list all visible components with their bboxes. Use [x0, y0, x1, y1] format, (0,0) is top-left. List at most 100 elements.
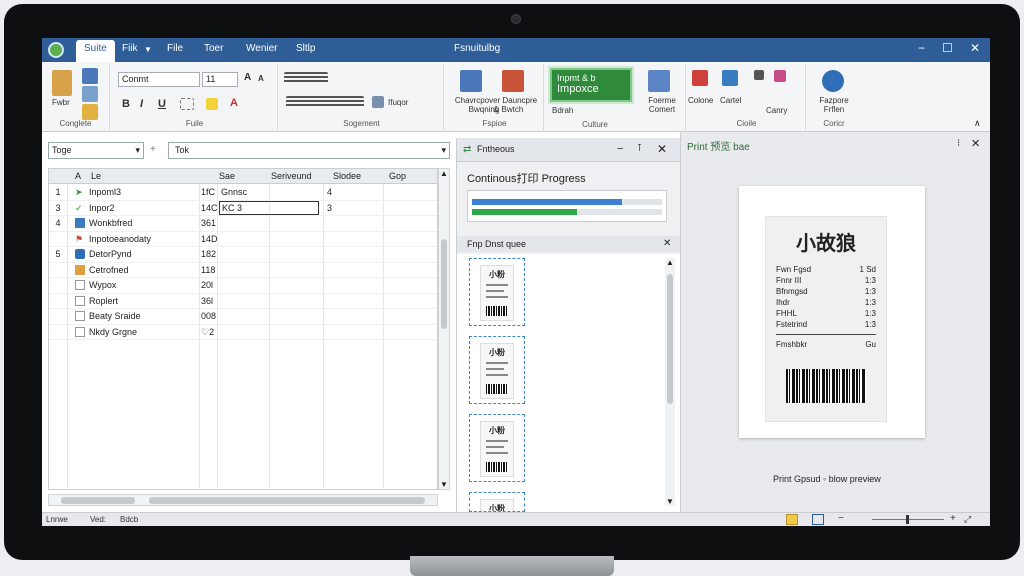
chevron-down-icon[interactable]: ▾: [135, 145, 140, 156]
minimize-pane-icon[interactable]: −: [617, 143, 623, 155]
name-box[interactable]: Toge ▾: [48, 142, 144, 159]
collapse-ribbon-icon[interactable]: ∧: [974, 118, 981, 129]
grow-font-icon[interactable]: A: [244, 72, 251, 83]
zoom-out-button[interactable]: −: [838, 513, 844, 524]
formula-input[interactable]: Tok ▾: [168, 142, 450, 159]
tab-suite[interactable]: Suite: [76, 40, 115, 62]
color-icon[interactable]: [692, 70, 708, 86]
table-row[interactable]: 1 ➤ Inpoml3 1fC Gnnsc 4: [49, 185, 437, 201]
sort-icon[interactable]: [754, 70, 764, 80]
normal-view-icon[interactable]: [786, 514, 798, 525]
checkbox-icon[interactable]: [75, 280, 85, 290]
comment-label[interactable]: Comert: [640, 105, 684, 114]
col-header-slodee[interactable]: Slodee: [333, 171, 361, 181]
fill-color-icon[interactable]: [206, 98, 218, 110]
tab-file[interactable]: File: [167, 43, 183, 54]
table-row[interactable]: Wypox 20l: [49, 278, 437, 294]
copy-icon[interactable]: [82, 86, 98, 102]
cut-icon[interactable]: [82, 68, 98, 84]
col-header-seriveund[interactable]: Seriveund: [271, 171, 312, 181]
page-layout-icon[interactable]: [812, 514, 824, 525]
scroll-down-icon[interactable]: ▼: [440, 480, 448, 489]
col-header-sae[interactable]: Sae: [219, 171, 235, 181]
close-queue-icon[interactable]: ✕: [663, 238, 671, 249]
format-painter-icon[interactable]: [82, 104, 98, 120]
horizontal-scrollbar[interactable]: [48, 494, 438, 506]
scroll-thumb[interactable]: [61, 497, 135, 504]
font-name-select[interactable]: Conmt: [118, 72, 200, 87]
filter-icon[interactable]: [774, 70, 786, 82]
zoom-in-button[interactable]: +: [950, 513, 956, 524]
frflen-label[interactable]: Frflen: [810, 105, 858, 114]
merge-label[interactable]: Ifuqor: [388, 98, 408, 107]
queue-thumbnail[interactable]: 小粉: [469, 492, 525, 512]
form-label[interactable]: Foerme: [640, 96, 684, 105]
table-row[interactable]: Nkdy Grgne ♡2: [49, 325, 437, 340]
shrink-font-icon[interactable]: A: [258, 74, 264, 83]
vertical-scrollbar[interactable]: ▲ ▼: [438, 168, 450, 490]
form-icon[interactable]: [648, 70, 670, 92]
font-size-select[interactable]: 11: [202, 72, 238, 87]
paste-label[interactable]: Fwbr: [52, 98, 70, 107]
table-row[interactable]: Roplert 36l: [49, 294, 437, 309]
merge-icon[interactable]: [372, 96, 384, 108]
queue-scrollbar[interactable]: ▲ ▼: [665, 258, 675, 506]
tab-sltlp[interactable]: Sltlp: [296, 43, 315, 54]
table-row[interactable]: Beaty Sraide 008: [49, 309, 437, 325]
edit-figure-icon[interactable]: [502, 70, 524, 92]
scroll-up-icon[interactable]: ▲: [666, 258, 674, 267]
underline-button[interactable]: U: [158, 98, 166, 110]
row-number: 5: [55, 249, 61, 259]
table-row[interactable]: Cetrofned 118: [49, 263, 437, 278]
import-button[interactable]: Inpmt & b Impoxce: [550, 68, 632, 102]
tab-toer[interactable]: Toer: [204, 43, 223, 54]
queue-thumbnail[interactable]: 小粉: [469, 414, 525, 482]
dropdown-arrow-icon[interactable]: ▼: [144, 45, 152, 54]
close-button[interactable]: ✕: [970, 41, 980, 55]
bold-button[interactable]: B: [122, 98, 130, 110]
minimize-button[interactable]: −: [918, 41, 925, 55]
col-header-le[interactable]: Le: [91, 171, 101, 181]
zoom-slider-thumb[interactable]: [906, 515, 909, 524]
cartel-label[interactable]: Cartel: [720, 96, 741, 105]
cartel-icon[interactable]: [722, 70, 738, 86]
queue-thumbnail[interactable]: 小粉: [469, 258, 525, 326]
queue-thumbnail[interactable]: 小粉: [469, 336, 525, 404]
scroll-thumb[interactable]: [667, 274, 673, 404]
maximize-button[interactable]: ☐: [942, 41, 953, 55]
active-cell-input[interactable]: KC 3: [219, 200, 319, 215]
chart-figure-icon[interactable]: [460, 70, 482, 92]
figure-buttons-label-2[interactable]: Bwqning Bwtch: [452, 105, 540, 114]
colone-label[interactable]: Colone: [688, 96, 713, 105]
paste-icon[interactable]: [52, 70, 72, 96]
scroll-down-icon[interactable]: ▼: [666, 497, 674, 506]
fit-screen-icon[interactable]: ⤢: [964, 514, 971, 525]
fazpore-label[interactable]: Fazpore: [810, 96, 858, 105]
close-preview-icon[interactable]: ✕: [971, 137, 980, 150]
table-row[interactable]: 5 DetorPynd 182: [49, 247, 437, 263]
table-row[interactable]: 4 Wonkbfred 361: [49, 216, 437, 232]
scroll-thumb[interactable]: [149, 497, 425, 504]
expand-formula-icon[interactable]: ▾: [441, 145, 446, 156]
more-icon[interactable]: ⁝: [957, 138, 960, 149]
canry-label[interactable]: Canry: [766, 106, 787, 115]
font-color-icon[interactable]: A: [230, 97, 238, 109]
align-top-icon[interactable]: [284, 72, 328, 84]
col-header-gop[interactable]: Gop: [389, 171, 406, 181]
checkbox-icon[interactable]: [75, 311, 85, 321]
align-text-icon[interactable]: [286, 96, 364, 108]
tab-wenier[interactable]: Wenier: [246, 43, 278, 54]
italic-button[interactable]: I: [140, 98, 143, 110]
table-row[interactable]: ⚑ Inpotoeanodaty 14D: [49, 232, 437, 247]
scroll-up-icon[interactable]: ▲: [440, 169, 448, 178]
table-row[interactable]: 3 ✓ Inpor2 14C KC 3 3: [49, 200, 437, 216]
music-note-icon[interactable]: [822, 70, 844, 92]
scroll-thumb[interactable]: [441, 239, 447, 329]
close-pane-icon[interactable]: ✕: [657, 142, 667, 156]
pin-icon[interactable]: ⊺: [637, 143, 642, 154]
borders-icon[interactable]: [180, 98, 194, 110]
tab-fiik[interactable]: Fiik: [122, 43, 138, 54]
col-header-a[interactable]: A: [75, 171, 81, 181]
checkbox-icon[interactable]: [75, 295, 85, 306]
checkbox-icon[interactable]: [75, 326, 85, 337]
